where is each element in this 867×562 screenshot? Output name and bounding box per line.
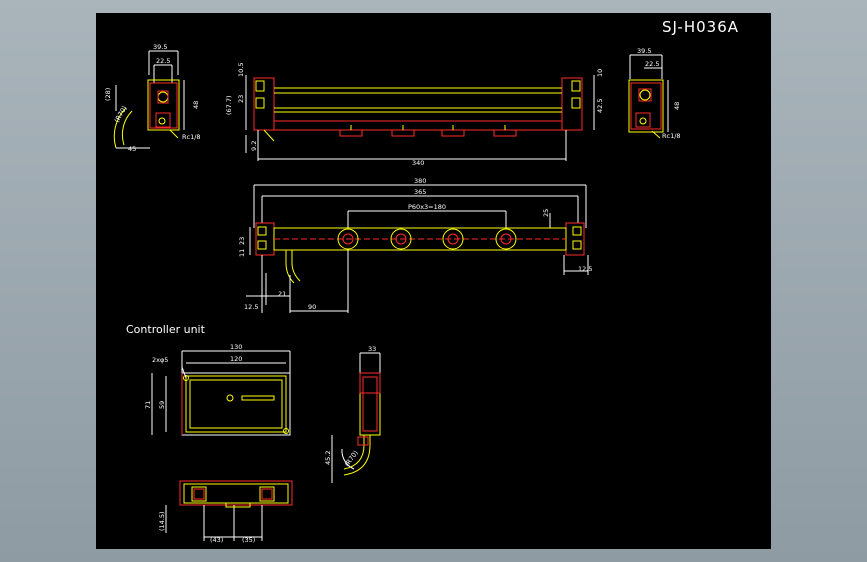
dim-top-right: 12.5	[578, 265, 592, 273]
cad-drawing: SJ-H036A 39.5 22.5 (28) 48 (R70) 45 Rc1/…	[104, 18, 739, 544]
dim-right-mid: 22.5	[645, 60, 659, 68]
dim-left-angle: (R70)	[113, 105, 129, 124]
controller-front-view	[151, 350, 291, 436]
dim-pitch: P60x3=180	[408, 203, 446, 211]
dim-top-inner: 365	[414, 188, 426, 196]
dim-right-height: 48	[673, 102, 681, 110]
dim-front-h4: 9.2	[250, 141, 258, 151]
drawing-canvas: SJ-H036A 39.5 22.5 (28) 48 (R70) 45 Rc1/…	[96, 13, 771, 549]
dim-left-side: (28)	[104, 88, 112, 101]
dim-ctrl-side-r: (R70)	[343, 449, 360, 468]
dim-ctrl-hole: 2xφ5	[152, 356, 168, 364]
controller-side-view	[331, 352, 381, 483]
dim-right-top: 39.5	[637, 47, 651, 55]
dim-ctrl-bot-w2: (35)	[242, 536, 255, 544]
dim-ctrl-h2: 59	[158, 401, 166, 409]
dim-top-side: 25	[542, 209, 550, 217]
dim-ctrl-bot-h: (14.5)	[158, 511, 166, 531]
dim-top-left: 23	[238, 237, 246, 245]
dim-top-b2: 21	[278, 290, 286, 298]
dim-ctrl-bot-w1: (43)	[210, 536, 223, 544]
dim-right-thread: Rc1/8	[662, 132, 681, 140]
dim-front-r1: 10	[596, 69, 604, 77]
front-view	[245, 75, 595, 161]
dim-top-left2: 11	[238, 249, 246, 257]
dim-front-h3: (67.7)	[225, 95, 233, 115]
dim-ctrl-h1: 71	[144, 401, 152, 409]
dim-left-height: 48	[192, 101, 200, 109]
dim-top-b3: 90	[308, 303, 316, 311]
drawing-title: SJ-H036A	[662, 18, 739, 36]
dim-top-b1: 12.5	[244, 303, 258, 311]
dim-front-r2: 42.5	[596, 99, 604, 113]
dim-left-thread: Rc1/8	[182, 133, 201, 141]
dim-front-h1: 10.5	[237, 63, 245, 77]
dim-top-total: 380	[414, 177, 426, 185]
dim-left-top: 39.5	[153, 43, 167, 51]
section-label: Controller unit	[126, 323, 206, 336]
left-end-view	[113, 50, 185, 149]
dim-ctrl-w2: 120	[230, 355, 242, 363]
dim-front-length: 340	[412, 159, 424, 167]
dim-left-mid: 22.5	[156, 57, 170, 65]
dim-left-bottom: 45	[128, 145, 136, 153]
dim-ctrl-side-h: 45.2	[324, 451, 332, 465]
dim-ctrl-w1: 130	[230, 343, 242, 351]
dim-front-h2: 23	[237, 95, 245, 103]
controller-bottom-view	[165, 480, 293, 541]
dim-ctrl-side-w: 33	[368, 345, 376, 353]
